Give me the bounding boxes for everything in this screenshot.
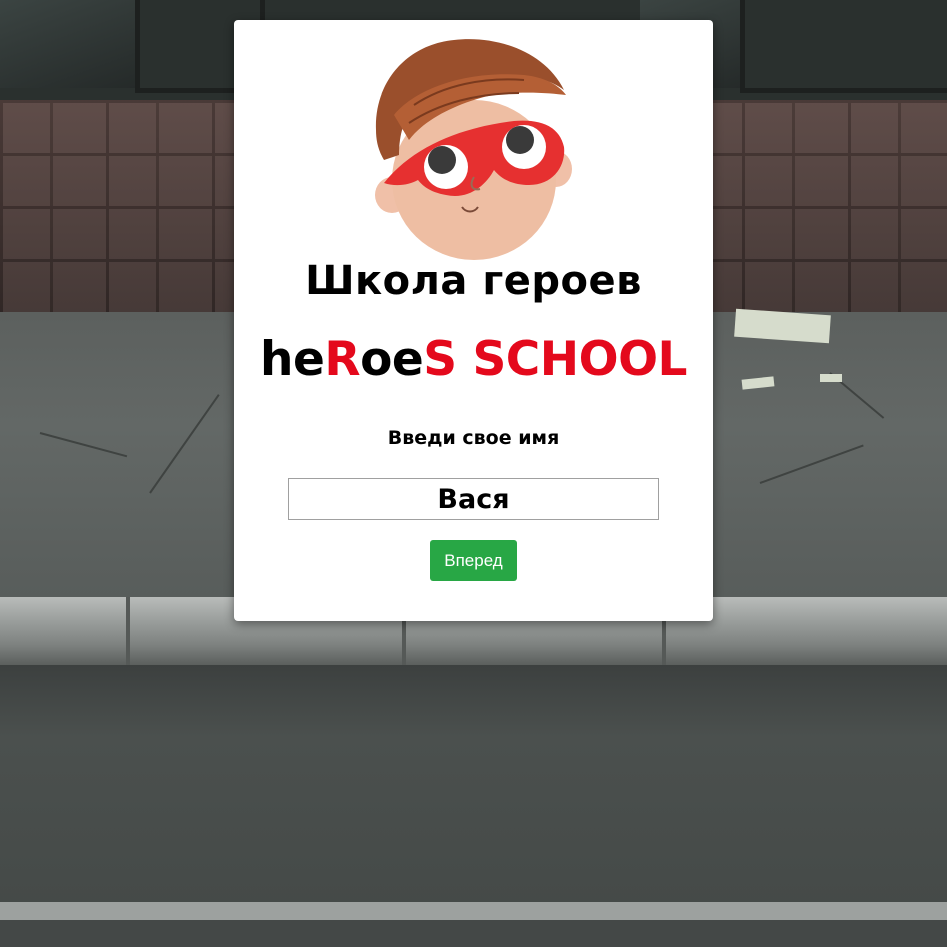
title-english-part: he [260, 332, 325, 387]
login-card: Школа героев heRoeS SCHOOL Введи свое им… [234, 20, 713, 621]
title-english-part: S SCHOOL [423, 332, 687, 387]
name-label: Введи свое имя [387, 427, 560, 449]
title-russian: Школа героев [305, 258, 642, 304]
title-english: heRoeS SCHOOL [234, 332, 713, 387]
title-english-part: oe [360, 332, 424, 387]
road [0, 665, 947, 905]
go-button[interactable]: Вперед [430, 540, 517, 581]
road-line [0, 902, 947, 920]
superhero-boy-avatar-icon [375, 39, 572, 260]
name-input[interactable] [288, 478, 659, 520]
title-english-part: R [324, 332, 361, 387]
